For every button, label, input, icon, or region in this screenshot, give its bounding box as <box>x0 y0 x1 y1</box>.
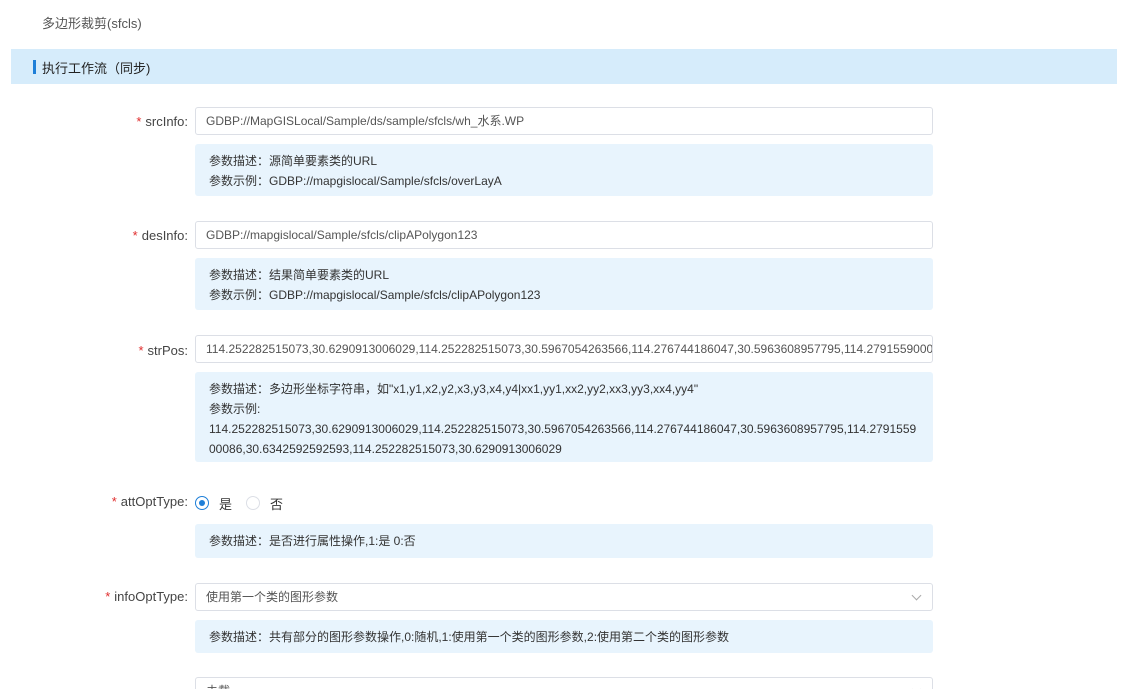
section-title: 执行工作流（同步) <box>42 61 151 76</box>
attopttype-radio-group: 是 否 <box>195 494 297 512</box>
strpos-label: * strPos: <box>138 343 188 358</box>
desinfo-desc-text: 参数描述：结果简单要素类的URL <box>209 268 390 282</box>
srcinfo-example-text: 参数示例：GDBP://mapgislocal/Sample/sfcls/ove… <box>209 174 502 188</box>
infoopttype-label: * infoOptType: <box>105 589 188 604</box>
infoopttype-description: 参数描述：共有部分的图形参数操作,0:随机,1:使用第一个类的图形参数,2:使用… <box>195 620 933 653</box>
srcinfo-description: 参数描述：源简单要素类的URL 参数示例：GDBP://mapgislocal/… <box>195 144 933 196</box>
required-mark: * <box>132 228 138 243</box>
radio-unchecked-icon <box>246 496 261 510</box>
chevron-down-icon <box>912 592 922 602</box>
desinfo-input[interactable]: GDBP://mapgislocal/Sample/sfcls/clipAPol… <box>195 221 933 249</box>
next-field-select[interactable]: 未载 <box>195 677 933 689</box>
infoopttype-desc-text: 参数描述：共有部分的图形参数操作,0:随机,1:使用第一个类的图形参数,2:使用… <box>209 630 730 644</box>
radio-option-label: 是 <box>219 496 233 512</box>
required-mark: * <box>105 589 111 604</box>
infoopttype-selected-value: 使用第一个类的图形参数 <box>206 590 339 604</box>
strpos-input[interactable]: 114.252282515073,30.6290913006029,114.25… <box>195 335 933 363</box>
srcinfo-input[interactable]: GDBP://MapGISLocal/Sample/ds/sample/sfcl… <box>195 107 933 135</box>
attopttype-desc-text: 参数描述：是否进行属性操作,1:是 0:否 <box>209 534 416 548</box>
required-mark: * <box>111 494 117 509</box>
desinfo-label: * desInfo: <box>132 228 188 243</box>
strpos-example-label: 参数示例: <box>209 402 261 416</box>
required-mark: * <box>138 343 144 358</box>
radio-option-label: 否 <box>270 496 284 512</box>
desinfo-example-text: 参数示例：GDBP://mapgislocal/Sample/sfcls/cli… <box>209 288 541 302</box>
strpos-description: 参数描述：多边形坐标字符串，如"x1,y1,x2,y2,x3,y3,x4,y4|… <box>195 372 933 462</box>
radio-option-yes[interactable]: 是 <box>195 494 232 513</box>
infoopttype-select[interactable]: 使用第一个类的图形参数 <box>195 583 933 611</box>
srcinfo-desc-text: 参数描述：源简单要素类的URL <box>209 154 378 168</box>
section-accent-bar <box>33 60 36 74</box>
strpos-example-text: 114.252282515073,30.6290913006029,114.25… <box>209 422 917 456</box>
section-header: 执行工作流（同步) <box>11 49 1117 84</box>
required-mark: * <box>136 114 142 129</box>
desinfo-description: 参数描述：结果简单要素类的URL 参数示例：GDBP://mapgislocal… <box>195 258 933 310</box>
strpos-desc-text: 参数描述：多边形坐标字符串，如"x1,y1,x2,y2,x3,y3,x4,y4|… <box>209 382 699 396</box>
attopttype-label: * attOptType: <box>111 494 188 509</box>
radio-option-no[interactable]: 否 <box>246 494 283 513</box>
page-title: 多边形裁剪(sfcls) <box>42 16 142 31</box>
next-field-selected-value: 未载 <box>206 684 230 689</box>
srcinfo-label: * srcInfo: <box>136 114 188 129</box>
attopttype-description: 参数描述：是否进行属性操作,1:是 0:否 <box>195 524 933 558</box>
radio-checked-icon <box>195 496 209 510</box>
